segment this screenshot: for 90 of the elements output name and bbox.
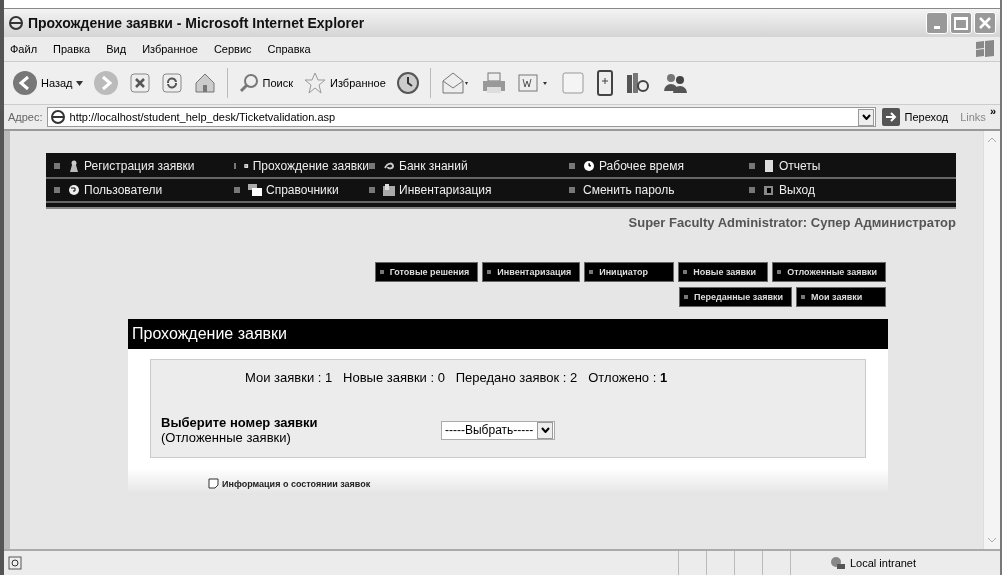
exit-icon	[763, 184, 775, 196]
nav-label: Банк знаний	[399, 159, 468, 173]
nav-link[interactable]: Пользователи	[54, 183, 234, 197]
network-icon	[828, 556, 846, 570]
page-icon	[763, 160, 775, 172]
nav-link[interactable]: Регистрация заявки	[54, 159, 234, 173]
books-icon[interactable]	[624, 71, 651, 95]
menu-item[interactable]: Правка	[53, 43, 91, 55]
address-label: Адрес:	[8, 111, 43, 123]
nav-label: Сменить пароль	[583, 183, 675, 197]
browser-icon	[8, 15, 24, 31]
menu-item[interactable]: Избранное	[142, 43, 198, 55]
swirl-icon	[383, 160, 395, 172]
bullet-icon	[569, 163, 575, 169]
status-info-link[interactable]: Информация о состоянии заявок	[222, 478, 371, 489]
nav-label: Регистрация заявки	[84, 159, 195, 173]
nav-label: Отчеты	[779, 159, 821, 173]
document-icon	[208, 478, 219, 489]
nav-label: Рабочее время	[599, 159, 684, 173]
nav-link[interactable]: Инвентаризация	[369, 183, 569, 197]
nav-link[interactable]: Рабочее время	[569, 159, 749, 173]
ticket-sublabel: (Отложенные заявки)	[161, 430, 292, 445]
user-name: Super Faculty Administrator: Супер Администратор	[627, 215, 957, 230]
bullet-icon	[749, 187, 755, 193]
back-button[interactable]: Назад	[12, 70, 83, 96]
scroll-up-icon[interactable]	[987, 137, 997, 143]
nav-link[interactable]: Выход	[749, 183, 956, 197]
nav-link[interactable]: Справочники	[234, 183, 369, 197]
windows-logo-icon	[974, 39, 996, 59]
page-icon	[49, 109, 66, 125]
menu-item[interactable]: Вид	[106, 43, 127, 55]
maximize-button[interactable]	[950, 12, 972, 34]
history-icon[interactable]	[395, 71, 420, 95]
bullet-icon	[54, 163, 60, 169]
menu-item[interactable]: Сервис	[213, 43, 252, 55]
address-field[interactable]: http://localhost/student_help_desk/Ticketvalidation.asp	[46, 107, 877, 127]
bullet-icon	[369, 163, 375, 169]
printer-icon[interactable]	[480, 71, 507, 95]
caret-icon	[75, 80, 83, 86]
section-button[interactable]: Мои заявки	[796, 287, 886, 307]
search-icon	[237, 72, 260, 94]
person-icon	[68, 160, 80, 172]
box-icon	[383, 184, 395, 196]
nav-label: Пользователи	[84, 183, 163, 197]
bullet-icon	[234, 163, 237, 169]
section-button[interactable]: Готовые решения	[374, 262, 479, 282]
search-button[interactable]: Поиск	[237, 72, 293, 94]
stop-icon[interactable]	[128, 72, 151, 94]
nav-link[interactable]: Отчеты	[749, 159, 956, 173]
bullet-icon	[234, 187, 240, 193]
globe-icon	[68, 184, 80, 196]
refresh-icon[interactable]	[160, 72, 183, 94]
bullet-icon	[54, 187, 60, 193]
scrollbar[interactable]	[983, 131, 1000, 549]
nav-link[interactable]: Сменить пароль	[569, 183, 749, 197]
close-icon	[978, 16, 992, 30]
mail-icon[interactable]	[440, 71, 471, 95]
nav-label: Справочники	[266, 183, 339, 197]
clock-icon	[583, 160, 595, 172]
page-icon	[8, 556, 22, 570]
ticket-select[interactable]: -----Выбрать-----	[441, 420, 556, 440]
menu-item[interactable]: Справка	[267, 43, 311, 55]
more-button[interactable]: »	[989, 105, 996, 117]
section-button[interactable]: Переданные заявки	[679, 287, 792, 307]
window-title: Прохождение заявки - Microsoft Internet Explorer	[28, 15, 366, 31]
section-title: Прохождение заявки	[128, 319, 888, 349]
zone-label: Local intranet	[850, 557, 918, 569]
forward-icon[interactable]	[92, 70, 119, 96]
home-icon[interactable]	[192, 71, 217, 95]
favorites-button[interactable]: Избранное	[303, 71, 386, 95]
minimize-button[interactable]	[926, 12, 948, 34]
ticket-counts: Мои заявки : 1 Новые заявки : 0 Передано заявок : 2 Отложено : 1	[244, 370, 669, 385]
star-icon	[303, 71, 327, 95]
close-button[interactable]	[974, 12, 996, 34]
section-button[interactable]: Новые заявки	[678, 262, 769, 282]
bullet-icon	[369, 187, 375, 193]
ticket-label: Выберите номер заявки	[161, 415, 319, 430]
scroll-down-icon[interactable]	[987, 537, 997, 543]
phone-icon[interactable]	[594, 70, 615, 96]
nav-label: Выход	[779, 183, 815, 197]
nav-label: Инвентаризация	[399, 183, 492, 197]
section-button[interactable]: Инициатор	[584, 262, 675, 282]
go-button[interactable]: Переход	[880, 108, 957, 126]
section-button[interactable]: Отложенные заявки	[772, 262, 886, 282]
menu-item[interactable]: Файл	[10, 43, 38, 55]
bullet-icon	[749, 163, 755, 169]
bullet-icon	[569, 187, 575, 193]
section-button[interactable]: Инвентаризация	[482, 262, 581, 282]
windows-icon	[248, 184, 262, 196]
nav-link[interactable]: Банк знаний	[369, 159, 569, 173]
